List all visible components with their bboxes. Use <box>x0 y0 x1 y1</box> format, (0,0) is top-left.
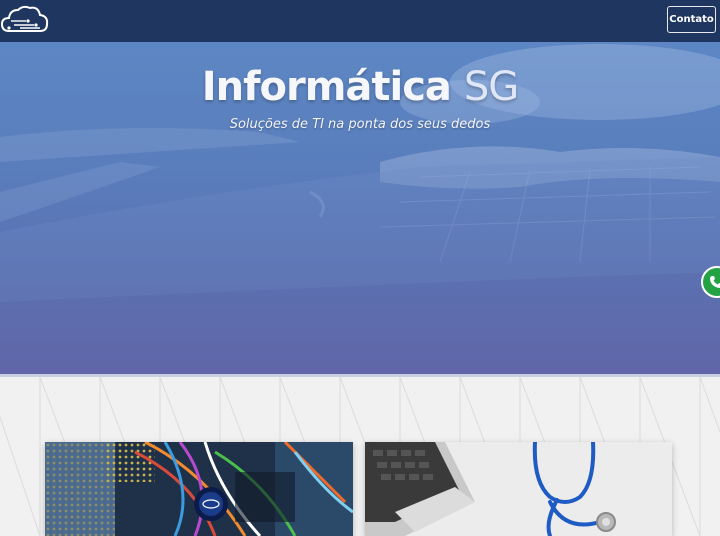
cloud-circuit-logo-icon[interactable] <box>0 4 50 36</box>
hero-subtitle: Soluções de TI na ponta dos seus dedos <box>229 117 491 132</box>
service-card-diagnostics[interactable] <box>365 442 672 536</box>
page-title: Informática SG <box>0 64 720 110</box>
hero-banner: Informática SG Soluções de TI na ponta d… <box>0 42 720 375</box>
contact-button[interactable]: Contato <box>667 6 716 33</box>
whatsapp-phone-icon <box>710 276 720 288</box>
laptop-stethoscope-photo <box>365 442 672 536</box>
service-card-hardware[interactable] <box>45 442 353 536</box>
hero-title-accent: SG <box>463 64 519 110</box>
top-navbar: Contato <box>0 0 720 42</box>
computer-hardware-photo <box>45 442 353 536</box>
hero-title-main: Informática <box>201 64 452 110</box>
